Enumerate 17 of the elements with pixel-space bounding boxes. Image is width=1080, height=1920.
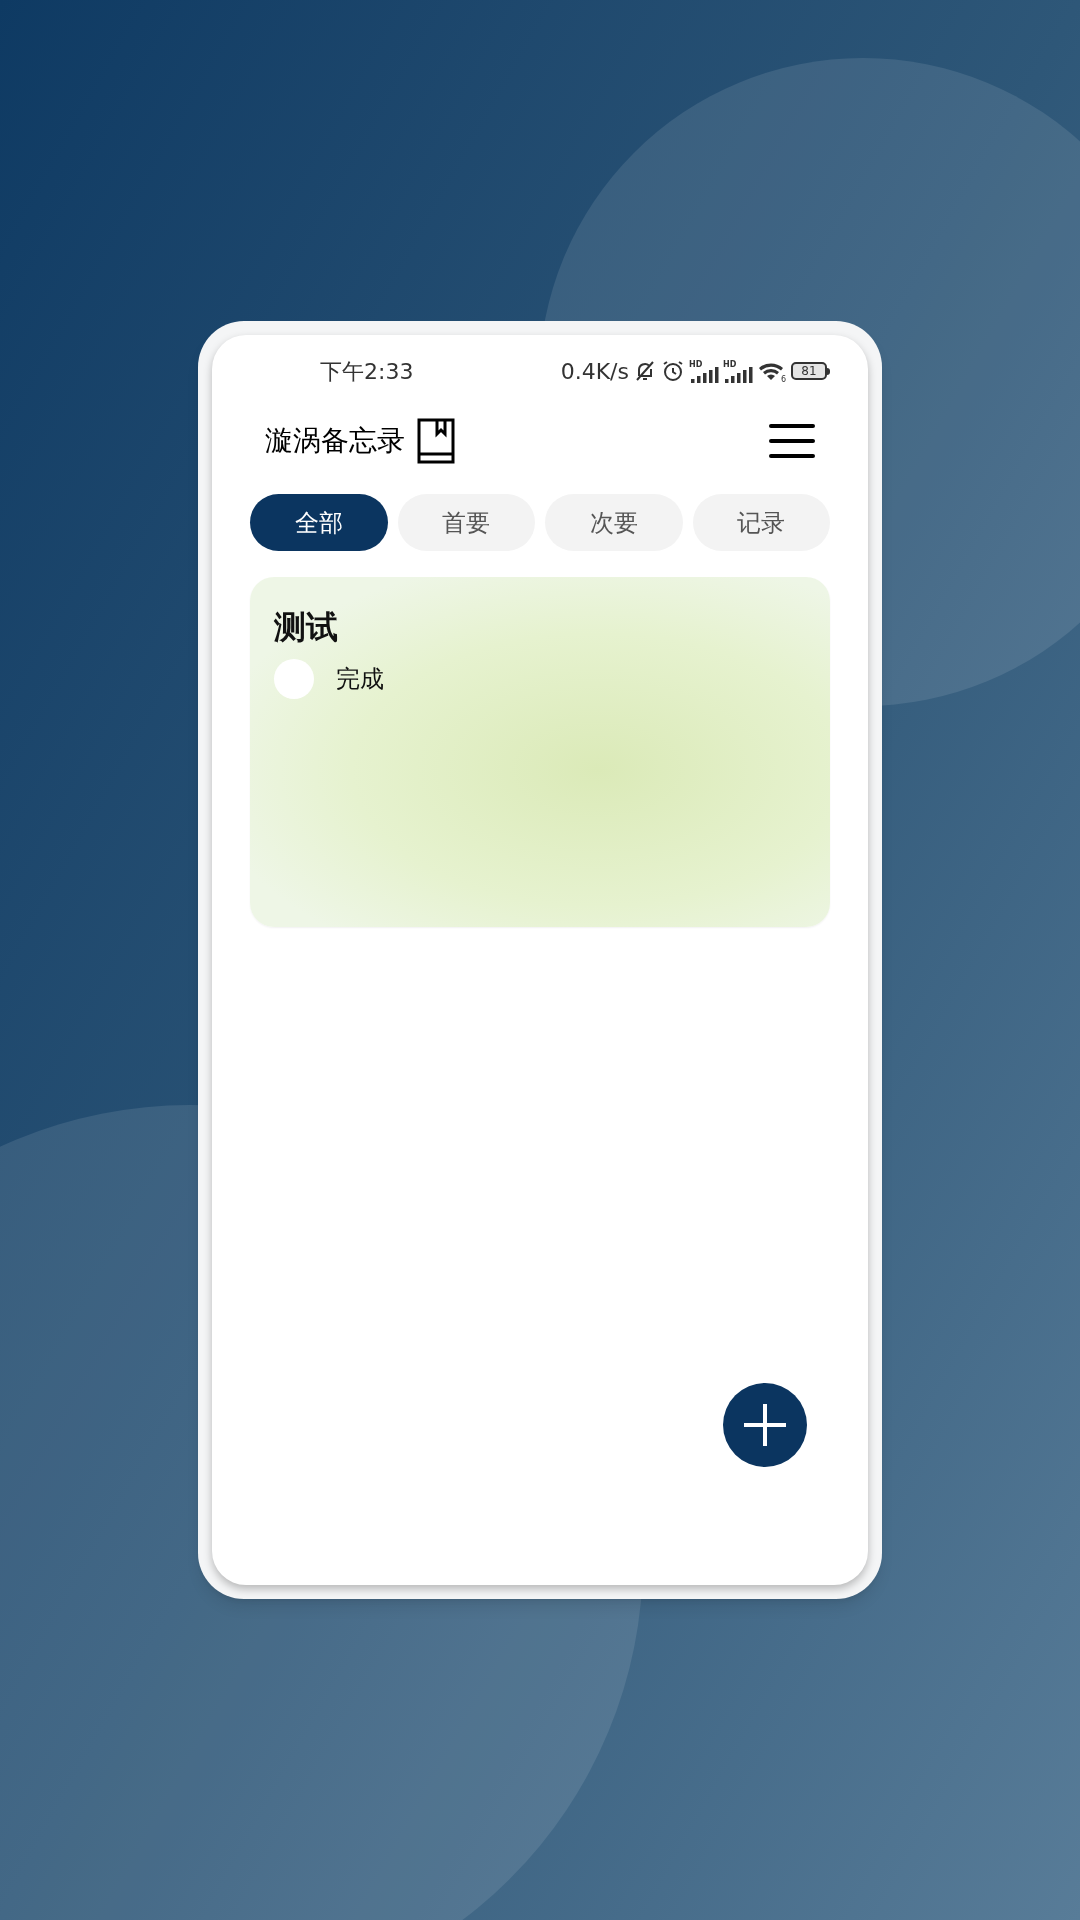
battery-icon: 81 — [791, 362, 830, 380]
note-title: 测试 — [274, 607, 339, 647]
filter-tab[interactable]: 全部 — [250, 494, 388, 551]
book-icon — [417, 418, 455, 464]
network-speed: 0.4K/s — [560, 357, 629, 386]
menu-button[interactable] — [769, 421, 815, 461]
task-text: 完成 — [336, 664, 384, 695]
filter-tab[interactable]: 次要 — [545, 494, 683, 551]
status-time: 下午2:33 — [320, 357, 414, 386]
filter-tab[interactable]: 记录 — [692, 494, 830, 551]
app-title: 漩涡备忘录 — [265, 423, 405, 459]
muted-bell-icon — [633, 359, 657, 383]
plus-icon — [742, 1402, 788, 1448]
checkbox[interactable] — [274, 659, 314, 699]
alarm-icon — [661, 359, 685, 383]
note-card[interactable]: 测试 完成 — [250, 577, 830, 927]
filter-tab[interactable]: 首要 — [397, 494, 535, 551]
